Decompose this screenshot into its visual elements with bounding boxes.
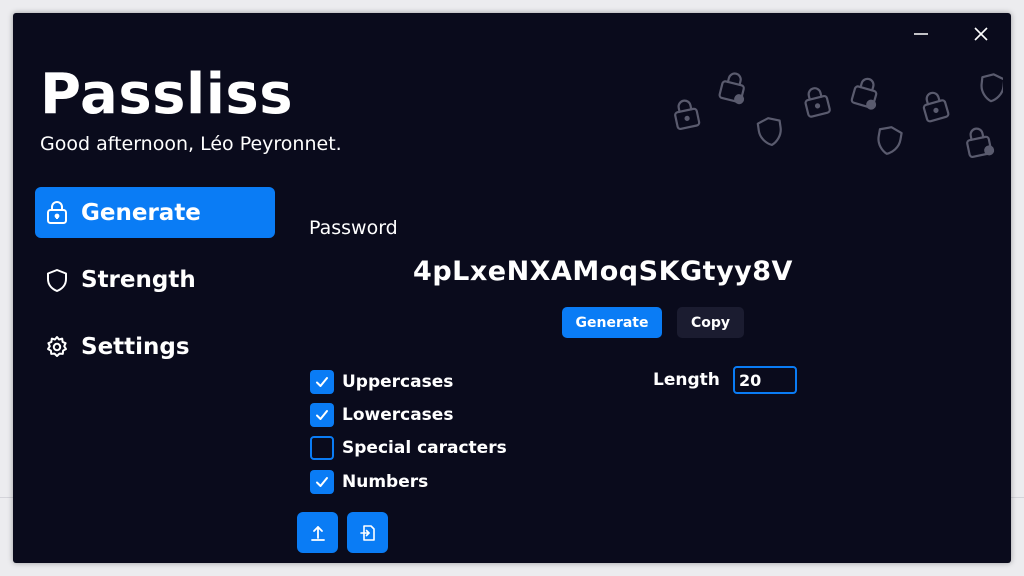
- sidebar-item-label: Strength: [81, 266, 196, 293]
- uppercases-checkbox[interactable]: [310, 370, 334, 394]
- sidebar-item-strength[interactable]: Strength: [35, 254, 275, 305]
- copy-button[interactable]: Copy: [677, 307, 744, 338]
- shield-icon: [45, 268, 69, 292]
- checkmark-icon: [316, 477, 328, 487]
- shield-icon: [877, 126, 903, 155]
- password-label: Password: [309, 217, 398, 239]
- shield-icon: [756, 117, 782, 147]
- lock-icon: [718, 72, 745, 105]
- uppercases-option[interactable]: Uppercases: [310, 369, 453, 395]
- close-icon: [974, 27, 988, 41]
- lowercases-checkbox[interactable]: [310, 403, 334, 427]
- numbers-label: Numbers: [342, 472, 429, 492]
- export-icon: [310, 525, 325, 541]
- lock-icon: [45, 200, 69, 225]
- checkmark-icon: [316, 410, 328, 420]
- uppercases-label: Uppercases: [342, 372, 454, 392]
- special-characters-option[interactable]: Special caracters: [310, 435, 507, 461]
- app-window: Passliss Good afternoon, Léo Peyronnet. …: [13, 13, 1011, 563]
- import-button[interactable]: [347, 512, 388, 553]
- generate-button[interactable]: Generate: [562, 307, 662, 338]
- checkmark-icon: [316, 377, 328, 387]
- numbers-checkbox[interactable]: [310, 470, 334, 494]
- app-title: Passliss: [40, 62, 294, 127]
- minimize-button[interactable]: [899, 19, 943, 49]
- lowercases-option[interactable]: Lowercases: [310, 402, 453, 428]
- shield-icon: [980, 73, 1003, 103]
- sidebar-item-settings[interactable]: Settings: [35, 321, 275, 372]
- special-characters-label: Special caracters: [342, 438, 507, 458]
- close-button[interactable]: [959, 19, 1003, 49]
- length-label: Length: [653, 370, 720, 390]
- lowercases-label: Lowercases: [342, 405, 454, 425]
- export-button[interactable]: [297, 512, 338, 553]
- sidebar-item-label: Generate: [81, 199, 201, 226]
- import-icon: [359, 524, 375, 541]
- sidebar-item-generate[interactable]: Generate: [35, 187, 275, 238]
- lock-icon: [966, 127, 995, 158]
- gear-icon: [45, 335, 69, 359]
- greeting-text: Good afternoon, Léo Peyronnet.: [40, 133, 342, 155]
- numbers-option[interactable]: Numbers: [310, 469, 428, 495]
- lock-icon: [804, 87, 831, 118]
- lock-icon: [850, 77, 878, 110]
- special-characters-checkbox[interactable]: [310, 436, 334, 460]
- lock-icon: [922, 91, 950, 123]
- password-value: 4pLxeNXAMoqSKGtyy8V: [413, 256, 793, 287]
- length-input[interactable]: [733, 366, 797, 394]
- minimize-icon: [914, 33, 928, 35]
- decorative-pattern: [674, 72, 1003, 158]
- sidebar-item-label: Settings: [81, 333, 190, 360]
- lock-icon: [674, 99, 701, 130]
